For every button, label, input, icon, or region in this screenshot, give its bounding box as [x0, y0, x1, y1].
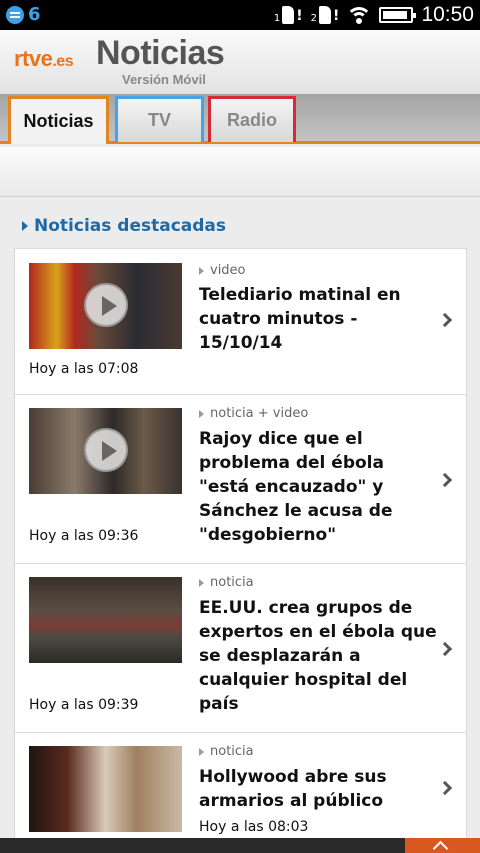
messenger-icon — [6, 5, 24, 24]
news-time: Hoy a las 09:39 — [29, 697, 139, 713]
submenu-band — [0, 147, 480, 197]
news-time: Hoy a las 09:36 — [29, 528, 139, 544]
bullet-triangle-icon — [199, 409, 204, 418]
news-item[interactable]: video Telediario matinal en cuatro minut… — [15, 249, 466, 395]
logo-domain: .es — [52, 53, 74, 70]
news-item[interactable]: noticia EE.UU. crea grupos de expertos e… — [15, 564, 466, 733]
section-heading: Noticias destacadas — [22, 216, 226, 236]
bullet-triangle-icon — [199, 266, 204, 275]
chevron-right-icon[interactable] — [437, 312, 453, 328]
news-kind: noticia — [199, 575, 254, 590]
news-thumbnail — [29, 746, 182, 832]
news-kind-label: noticia — [210, 744, 254, 759]
tab-noticias[interactable]: Noticias — [8, 96, 109, 144]
news-kind: noticia + video — [199, 406, 308, 421]
notification-count: 6 — [28, 4, 41, 25]
news-headline-text: EE.UU. crea grupos de expertos en el ébo… — [199, 598, 437, 714]
chevron-right-icon[interactable] — [437, 780, 453, 796]
news-kind: video — [199, 263, 246, 278]
news-kind: noticia — [199, 744, 254, 759]
news-item[interactable]: noticia Hollywood abre sus armarios al p… — [15, 733, 466, 843]
battery-icon — [379, 7, 417, 23]
news-time: Hoy a las 07:08 — [29, 361, 139, 377]
scroll-to-top-button[interactable] — [405, 838, 480, 853]
section-title: Noticias destacadas — [34, 216, 226, 236]
news-kind-label: noticia + video — [210, 406, 309, 421]
battery-level — [383, 11, 407, 19]
bullet-triangle-icon — [199, 747, 204, 756]
tab-tv[interactable]: TV — [115, 96, 204, 142]
news-list: video Telediario matinal en cuatro minut… — [14, 248, 467, 844]
tab-radio[interactable]: Radio — [208, 96, 296, 142]
news-headline[interactable]: Telediario matinal en cuatro minutos - 1… — [199, 283, 419, 355]
notification-area: 6 — [6, 4, 41, 25]
play-icon — [84, 283, 128, 327]
tab-bar: Noticias TV Radio — [0, 94, 480, 144]
wifi-icon — [347, 6, 372, 24]
page-subtitle: Versión Móvil — [122, 72, 206, 87]
news-headline-text: Rajoy dice que el problema del ébola "es… — [199, 429, 393, 545]
bullet-triangle-icon — [199, 578, 204, 587]
sim2-signal-icon: 2 ! — [310, 6, 340, 24]
chevron-right-icon[interactable] — [437, 641, 453, 657]
news-item[interactable]: noticia + video Rajoy dice que el proble… — [15, 395, 466, 564]
page-title: Noticias — [96, 34, 225, 72]
chevron-right-icon[interactable] — [437, 472, 453, 488]
status-bar: 6 1 ! 2 ! 10:50 — [0, 0, 480, 30]
news-kind-label: noticia — [210, 575, 254, 590]
news-kind-label: video — [210, 263, 246, 278]
site-header: rtve.es Noticias Versión Móvil — [0, 30, 480, 94]
logo-brand: rtve — [14, 46, 53, 71]
news-time: Hoy a las 08:03 — [199, 819, 309, 835]
sim2-label: 2 — [310, 13, 318, 24]
sim1-signal-icon: 1 ! — [273, 6, 303, 24]
clock: 10:50 — [421, 3, 474, 26]
sim1-label: 1 — [273, 13, 281, 24]
news-headline[interactable]: Hollywood abre sus armarios al público — [199, 765, 419, 813]
bullet-triangle-icon — [22, 221, 28, 231]
news-thumbnail — [29, 263, 182, 349]
rtve-logo[interactable]: rtve.es — [14, 46, 74, 72]
